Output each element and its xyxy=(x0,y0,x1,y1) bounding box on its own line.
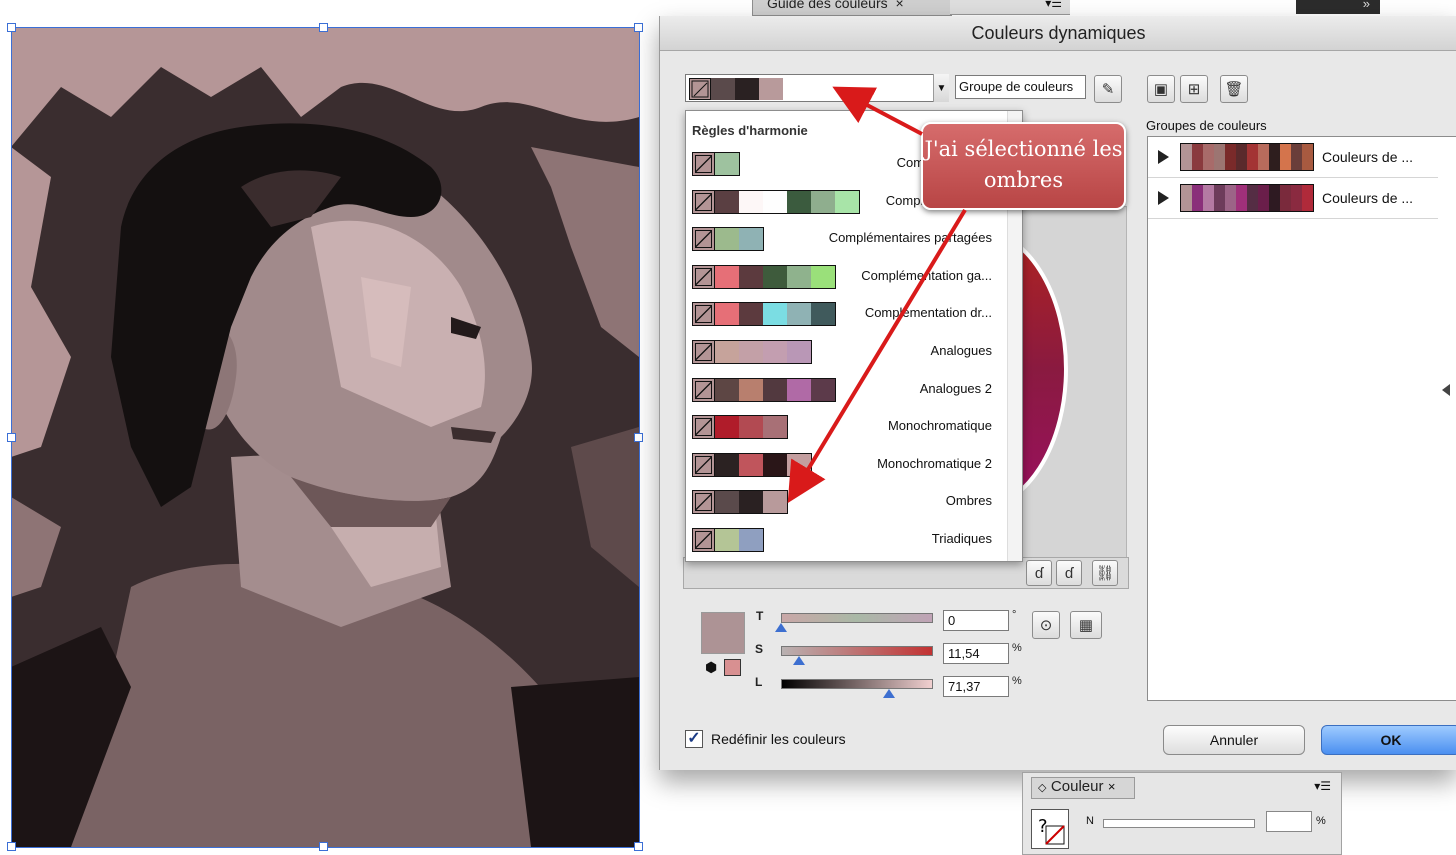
group-color xyxy=(1214,144,1225,170)
group-name: Couleurs de ... xyxy=(1322,190,1414,206)
dynamic-colors-dialog: Couleurs dynamiques ▼ Groupe de couleurs… xyxy=(659,16,1456,770)
slider-value-field[interactable]: 71,37 xyxy=(943,676,1009,697)
group-color xyxy=(1181,144,1192,170)
grid-icon: ▦ xyxy=(1078,617,1094,634)
resize-handle-br[interactable] xyxy=(634,842,643,851)
artwork-canvas[interactable] xyxy=(11,27,639,847)
panel-collapse-bar: » xyxy=(1296,0,1380,14)
resize-handle-tl[interactable] xyxy=(7,23,16,32)
slider-unit: ° xyxy=(1012,609,1017,621)
group-color xyxy=(1258,144,1269,170)
color-panel-tab-label: Couleur xyxy=(1050,778,1104,795)
color-slider[interactable] xyxy=(781,646,933,656)
resize-handle-mr[interactable] xyxy=(634,433,643,442)
guide-tab[interactable]: Guide des couleurs × xyxy=(752,0,952,16)
group-color xyxy=(1258,185,1269,211)
color-slider[interactable] xyxy=(781,613,933,623)
current-color-swatch[interactable] xyxy=(701,612,745,654)
arrow-to-field xyxy=(832,86,923,136)
posterized-portrait xyxy=(11,27,639,847)
channel-slider[interactable] xyxy=(1103,819,1255,828)
group-color xyxy=(1225,185,1236,211)
arrow-to-ombres xyxy=(787,208,967,504)
group-swatch-strip xyxy=(1180,143,1314,171)
resize-handle-ml[interactable] xyxy=(7,433,16,442)
group-color xyxy=(1269,144,1280,170)
slider-label: S xyxy=(755,642,764,656)
slider-label: T xyxy=(756,609,764,623)
panel-tab-diamond-icon: ◇ xyxy=(1038,782,1047,794)
channel-value-field[interactable] xyxy=(1266,811,1312,832)
group-color xyxy=(1280,185,1291,211)
slider-value-field[interactable]: 0 xyxy=(943,610,1009,631)
group-color xyxy=(1291,144,1302,170)
color-mode-menu-button[interactable]: ⊙ xyxy=(1032,611,1060,639)
group-color xyxy=(1302,144,1313,170)
panel-toggle-icon[interactable] xyxy=(1442,384,1450,396)
resize-handle-bl[interactable] xyxy=(7,842,16,851)
color-groups-label: Groupes de couleurs xyxy=(1146,118,1267,133)
ok-button[interactable]: OK xyxy=(1321,725,1456,755)
slider-thumb[interactable] xyxy=(883,689,896,698)
color-groups-list[interactable]: Couleurs de ... Couleurs de ... xyxy=(1147,136,1456,701)
group-color xyxy=(1269,185,1280,211)
slider-unit: % xyxy=(1012,642,1022,654)
panel-menu-icon[interactable]: ▾☰ xyxy=(1045,0,1062,10)
slider-label: L xyxy=(755,675,763,689)
play-circle-icon: ⊙ xyxy=(1039,617,1053,634)
slider-unit: % xyxy=(1012,675,1022,687)
group-color xyxy=(1203,185,1214,211)
resize-handle-tm[interactable] xyxy=(319,23,328,32)
expand-triangle-icon[interactable] xyxy=(1158,191,1169,205)
close-icon[interactable]: × xyxy=(896,0,904,11)
color-panel-tab[interactable]: ◇ Couleur × xyxy=(1031,777,1135,799)
resize-handle-tr[interactable] xyxy=(634,23,643,32)
group-color xyxy=(1214,185,1225,211)
slider-thumb[interactable] xyxy=(792,656,805,665)
group-color xyxy=(1291,185,1302,211)
group-color xyxy=(1192,144,1203,170)
color-group-row[interactable]: Couleurs de ... xyxy=(1148,137,1438,178)
group-color xyxy=(1247,185,1258,211)
recolor-checkbox[interactable]: ✓ xyxy=(685,730,703,748)
group-color xyxy=(1236,185,1247,211)
expand-triangle-icon[interactable] xyxy=(1158,150,1169,164)
channel-label: N xyxy=(1086,815,1094,827)
color-group-row[interactable]: Couleurs de ... xyxy=(1148,178,1438,219)
group-color xyxy=(1181,185,1192,211)
panel-menu-icon[interactable]: ▾☰ xyxy=(1314,779,1331,793)
color-panel: ◇ Couleur × ▾☰ ? N % xyxy=(1022,772,1342,855)
panel-menu-area: ▾☰ xyxy=(950,0,1070,15)
color-slider[interactable] xyxy=(781,679,933,689)
none-color-icon[interactable]: ? xyxy=(1031,809,1069,849)
group-color xyxy=(1203,144,1214,170)
group-name: Couleurs de ... xyxy=(1322,149,1414,165)
expand-icon[interactable]: » xyxy=(1363,0,1370,11)
group-color xyxy=(1302,185,1313,211)
group-color xyxy=(1236,144,1247,170)
group-color xyxy=(1280,144,1291,170)
color-mode-icon[interactable]: ⬢ xyxy=(705,659,717,676)
guide-tab-label: Guide des couleurs xyxy=(767,0,888,11)
resize-handle-bm[interactable] xyxy=(319,842,328,851)
no-color-icon: ? xyxy=(1038,816,1065,845)
slider-value-field[interactable]: 11,54 xyxy=(943,643,1009,664)
close-icon[interactable]: × xyxy=(1108,779,1116,794)
swatch-library-button[interactable]: ▦ xyxy=(1070,611,1102,639)
group-color xyxy=(1192,185,1203,211)
group-swatch-strip xyxy=(1180,184,1314,212)
recolor-label: Redéfinir les couleurs xyxy=(711,731,846,747)
cancel-button[interactable]: Annuler xyxy=(1163,725,1305,755)
slider-thumb[interactable] xyxy=(775,623,787,632)
group-color xyxy=(1225,144,1236,170)
channel-unit: % xyxy=(1316,815,1326,827)
group-color xyxy=(1247,144,1258,170)
fill-color-icon[interactable] xyxy=(724,659,741,676)
